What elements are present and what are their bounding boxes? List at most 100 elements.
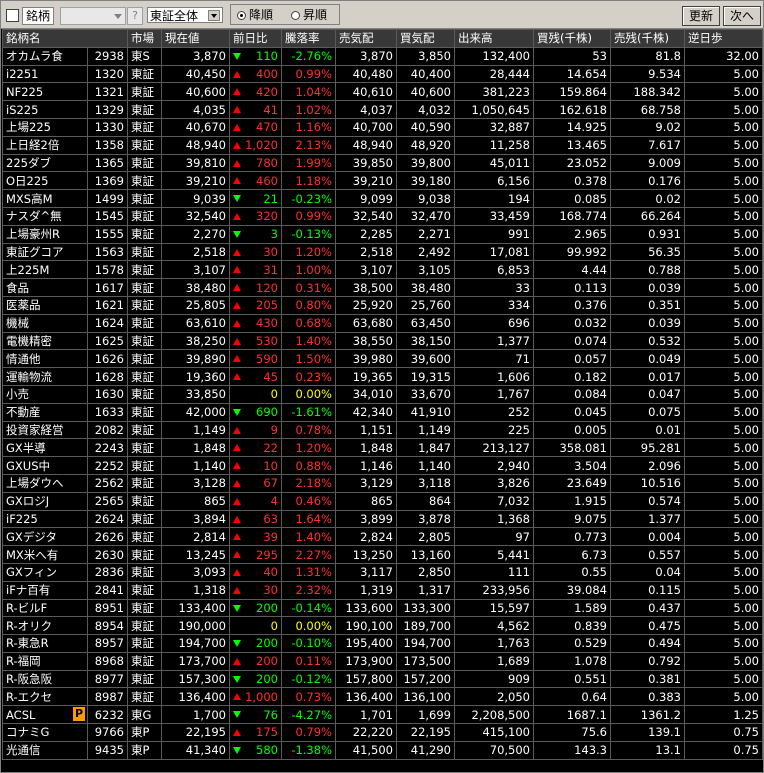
bid: 173,500 [403,654,451,669]
refresh-button[interactable]: 更新 [682,6,720,26]
table-row[interactable]: GXロジJ 2565 東証 865 4 0.46% 865 864 7,032 1.915 0.57… [2,491,763,511]
table-row[interactable]: R-オリク 8954 東証 190,000 0 0.00% 190,100 189,700 4,… [2,616,763,636]
bid: 38,150 [410,333,451,348]
col-header-reverse-fee[interactable]: 逆日歩 [684,29,763,48]
table-row[interactable]: MX米へ有 2630 東証 13,245 295 2.27% 13,250 13,160 5,4… [2,545,763,564]
table-row[interactable]: R-東急R 8957 東証 194,700 200 -0.10% 195,400 194,70… [2,634,763,653]
price-cell: 136,400 [161,687,230,707]
ask-cell: 1,151 [335,420,397,440]
table-row[interactable]: i2251 1320 東証 40,450 400 0.99% 40,480 40,400 28,… [2,64,763,84]
down-triangle-icon [233,408,241,416]
col-header-sell-balance[interactable]: 売残(千株) [610,29,685,48]
col-header-name[interactable]: 銘柄名 [2,29,128,48]
table-row[interactable]: 上場225 1330 東証 40,670 470 1.16% 40,700 40,590 32,… [2,117,763,137]
price: 41,340 [185,743,226,758]
volume: 2,050 [497,689,530,704]
stock-name: 食品 [6,280,29,295]
table-row[interactable]: R-阪急阪 8977 東証 157,300 200 -0.12% 157,800 157,20… [2,669,763,689]
table-row[interactable]: 上場豪州R 1555 東証 2,270 3 -0.13% 2,285 2,271 991 2.96… [2,224,763,244]
change-rate-cell: -0.14% [281,598,336,618]
buy-balance-cell: 3.504 [533,456,611,475]
meigara-combo[interactable] [60,7,126,25]
col-header-volume[interactable]: 出来高 [454,29,534,48]
col-header-market[interactable]: 市場 [127,29,162,48]
stock-code-cell: 1499 [87,189,128,208]
ask: 2,824 [360,529,393,544]
table-row[interactable]: GXフィン 2836 東証 3,093 40 1.31% 3,117 2,850 111 0.55… [2,562,763,582]
reverse-fee: 5.00 [733,654,759,669]
table-row[interactable]: 医薬品 1621 東証 25,805 205 0.80% 25,920 25,760 334 0.… [2,295,763,315]
table-row[interactable]: 小売 1630 東証 33,850 0 0.00% 34,010 33,670 1,767 0.0… [2,384,763,404]
col-header-change[interactable]: 前日比 [229,29,282,48]
col-header-buy-balance[interactable]: 買残(千株) [533,29,611,48]
chevron-down-icon[interactable] [208,10,220,21]
select-checkbox[interactable] [6,9,19,22]
table-row[interactable]: 225ダブ 1365 東証 39,810 780 1.99% 39,850 39,800 45,… [2,153,763,173]
table-row[interactable]: iF225 2624 東証 3,894 63 1.64% 3,899 3,878 1,368 9.… [2,509,763,529]
market-filter-select[interactable]: 東証全体 [147,7,223,23]
change-cell: 530 [229,331,282,351]
table-row[interactable]: 上225M 1578 東証 3,107 31 1.00% 3,107 3,105 6,853 4.… [2,260,763,280]
table-row[interactable]: GX半導 2243 東証 1,848 22 1.20% 1,848 1,847 213,127 3… [2,438,763,458]
stock-name-cell: R-東急R [2,634,88,653]
bid: 157,200 [403,672,451,687]
reverse-fee-cell: 5.00 [684,384,763,404]
market: 東証 [131,333,154,348]
table-row[interactable]: R-福岡 8968 東証 173,700 200 0.11% 173,900 173,500 1… [2,651,763,671]
table-row[interactable]: 運輸物流 1628 東証 19,360 45 0.23% 19,365 19,315 1,606… [2,367,763,386]
table-row[interactable]: オカムラ食 2938 東S 3,870 110 -2.76% 3,870 3,850 132,4… [2,46,763,66]
change-cell: 430 [229,313,282,333]
sell-balance-cell: 0.792 [610,651,685,671]
market: 東証 [131,191,154,206]
table-row[interactable]: 情通他 1626 東証 39,890 590 1.50% 39,980 39,600 71 0.0… [2,349,763,369]
change-rate-cell: 0.73% [281,687,336,707]
change: 31 [263,262,278,277]
market-filter-value: 東証全体 [150,9,199,23]
table-row[interactable]: 上日経2倍 1358 東証 48,940 1,020 2.13% 48,940 48,920 1… [2,135,763,155]
sell-balance: 9.009 [648,155,681,170]
table-row[interactable]: O日225 1369 東証 39,210 460 1.18% 39,210 39,180 6,1… [2,171,763,191]
table-row[interactable]: 上場ダウヘ 2562 東証 3,128 67 2.18% 3,129 3,118 3,826 23… [2,473,763,493]
market: 東証 [131,511,154,526]
table-row[interactable]: 光通信 9435 東P 41,340 580 -1.38% 41,500 41,290 70,5… [2,740,763,760]
col-header-rate[interactable]: 騰落率 [281,29,336,48]
table-row[interactable]: iFナ百有 2841 東証 1,318 30 2.32% 1,319 1,317 233,956… [2,580,763,600]
ask: 41,500 [352,743,393,758]
stock-name: コナミG [6,725,50,740]
ask: 63,680 [352,316,393,331]
market: 東証 [131,529,154,544]
table-row[interactable]: GXデジタ 2626 東証 2,814 39 1.40% 2,824 2,805 97 0.773… [2,527,763,547]
sort-asc-radio[interactable]: 昇順 [291,9,327,22]
sell-balance-cell: 0.383 [610,687,685,707]
table-row[interactable]: 投資家経営 2082 東証 1,149 9 0.78% 1,151 1,149 225 0.005… [2,420,763,440]
col-header-ask[interactable]: 売気配 [335,29,397,48]
table-row[interactable]: 食品 1617 東証 38,480 120 0.31% 38,500 38,480 33 0.11… [2,278,763,297]
reverse-fee: 5.00 [733,191,759,206]
help-button[interactable]: ? [127,7,143,25]
table-row[interactable]: 不動産 1633 東証 42,000 690 -1.61% 42,340 41,910 252 0… [2,402,763,422]
sort-desc-radio[interactable]: 降順 [237,9,273,22]
col-header-price[interactable]: 現在値 [161,29,230,48]
table-row[interactable]: iS225 1329 東証 4,035 41 1.02% 4,037 4,032 1,050,6… [2,100,763,119]
table-row[interactable]: コナミG 9766 東P 22,195 175 0.79% 22,220 22,195 415,… [2,723,763,742]
table-row[interactable]: GXUS中 2252 東証 1,140 10 0.88% 1,146 1,140 2,940 3.… [2,456,763,475]
table-row[interactable]: R-エクセ 8987 東証 136,400 1,000 0.73% 136,400 136,1… [2,687,763,707]
table-row[interactable]: R-ビルF 8951 東証 133,400 200 -0.14% 133,600 133,30… [2,598,763,618]
table-row[interactable]: ナスダ^無 1545 東証 32,540 320 0.99% 32,540 32,470 33,… [2,206,763,226]
table-row[interactable]: MXS高M 1499 東証 9,039 21 -0.23% 9,099 9,038 194 0.0… [2,189,763,208]
col-header-bid[interactable]: 買気配 [396,29,455,48]
table-row[interactable]: 東証グコア 1563 東証 2,518 30 1.20% 2,518 2,492 17,081 9… [2,242,763,262]
table-row[interactable]: 機械 1624 東証 63,610 430 0.68% 63,680 63,450 696 0.0… [2,313,763,333]
volume: 32,887 [489,120,530,135]
price-cell: 19,360 [161,367,230,386]
table-row[interactable]: 電機精密 1625 東証 38,250 530 1.40% 38,550 38,150 1,37… [2,331,763,351]
table-row[interactable]: NF225 1321 東証 40,600 420 1.04% 40,610 40,600 381… [2,82,763,102]
reverse-fee: 5.00 [733,618,759,633]
stock-name: 上225M [6,262,50,277]
reverse-fee-cell: 32.00 [684,46,763,66]
change-rate: -4.27% [291,707,332,722]
next-button[interactable]: 次へ [723,6,761,26]
stock-name-cell: 東証グコア [2,242,88,262]
volume: 213,127 [482,440,530,455]
table-row[interactable]: ACSL P 6232 東G 1,700 76 -4.27% 1,701 1,699 2,208,… [2,705,763,725]
